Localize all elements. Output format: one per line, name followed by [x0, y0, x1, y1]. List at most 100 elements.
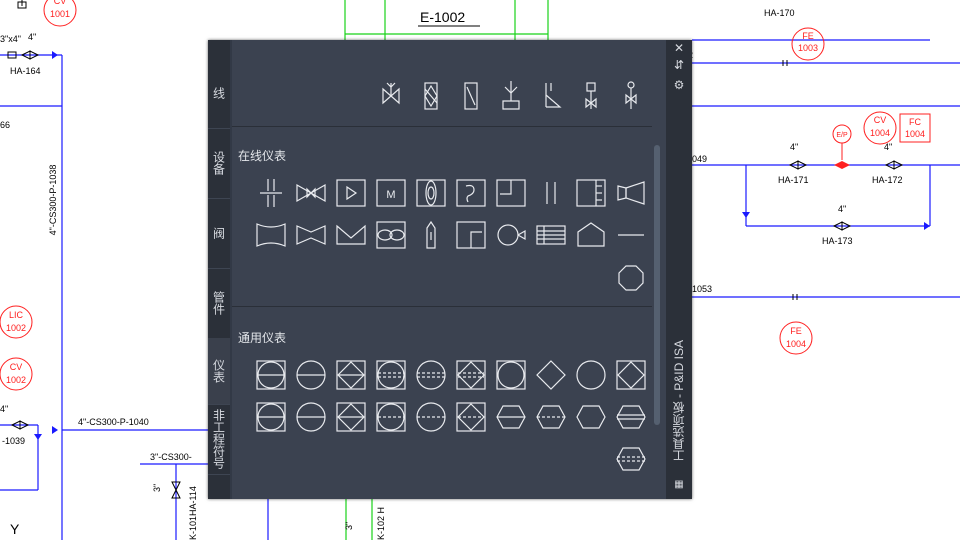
- tab-fittings[interactable]: 管件: [208, 268, 230, 339]
- svg-text:3"-CS300-: 3"-CS300-: [150, 452, 192, 462]
- svg-text:4": 4": [838, 204, 846, 214]
- palette-symbol-hex-icon[interactable]: [494, 400, 528, 434]
- palette-symbol-circle2-icon[interactable]: [294, 400, 328, 434]
- svg-text:E/P: E/P: [836, 132, 848, 139]
- palette-symbol-bdiam0-icon[interactable]: [614, 358, 648, 392]
- svg-text:4": 4": [0, 404, 8, 414]
- palette-symbol-boxfig8-icon[interactable]: [374, 218, 408, 252]
- svg-text:K-102 H: K-102 H: [376, 507, 386, 540]
- palette-symbol-bdiamD-icon[interactable]: [454, 358, 488, 392]
- palette-tabs: 线 设备 阀 管件 仪表 非工程符号: [208, 40, 230, 499]
- tab-non-engineering[interactable]: 非工程符号: [208, 404, 230, 475]
- svg-text:1053: 1053: [692, 284, 712, 294]
- palette-symbol-rectd-icon[interactable]: [454, 79, 488, 113]
- palette-symbol-gauge-icon[interactable]: [574, 79, 608, 113]
- tab-lines[interactable]: 线: [208, 58, 230, 129]
- palette-symbol-circD2-icon[interactable]: [414, 400, 448, 434]
- palette-symbol-boxoval-icon[interactable]: [414, 176, 448, 210]
- palette-symbol-flowel-icon[interactable]: [494, 79, 528, 113]
- palette-symbol-rectx-icon[interactable]: [414, 79, 448, 113]
- palette-symbol-circtail-icon[interactable]: [494, 218, 528, 252]
- section-title-general: 通用仪表: [238, 331, 287, 345]
- tab-valves[interactable]: 阀: [208, 198, 230, 269]
- palette-symbol-oct-icon[interactable]: [614, 261, 648, 295]
- palette-symbol-bdiam-icon[interactable]: [334, 358, 368, 392]
- autohide-button[interactable]: ⇵: [672, 58, 686, 72]
- tool-palette[interactable]: 线 设备 阀 管件 仪表 非工程符号 在线仪表 M 通用仪表 ✕ ⇵ ⚙ 工具选…: [208, 40, 692, 499]
- svg-text:FE: FE: [802, 31, 814, 41]
- palette-symbol-vlines-icon[interactable]: [534, 176, 568, 210]
- palette-symbol-oval2-icon[interactable]: [614, 400, 648, 434]
- svg-text:HA-170: HA-170: [764, 8, 795, 18]
- tab-instruments[interactable]: 仪表: [208, 338, 230, 405]
- palette-title: 工具选项板 - P&ID ISA: [672, 340, 686, 462]
- svg-text:049: 049: [692, 154, 707, 164]
- palette-symbol-bcircD2-icon[interactable]: [374, 400, 408, 434]
- palette-symbol-bcircle-icon[interactable]: [254, 358, 288, 392]
- properties-button[interactable]: ⚙: [672, 78, 686, 92]
- svg-text:66: 66: [0, 120, 10, 130]
- svg-text:CV: CV: [874, 115, 887, 125]
- palette-symbol-butterfly-icon[interactable]: [294, 176, 328, 210]
- palette-symbol-boxl-icon[interactable]: [494, 176, 528, 210]
- palette-symbol-venturi-icon[interactable]: [254, 218, 288, 252]
- palette-symbol-boxl2-icon[interactable]: [454, 218, 488, 252]
- svg-text:4": 4": [790, 142, 798, 152]
- equipment-tag: E-1002: [420, 9, 465, 25]
- svg-text:3": 3": [152, 484, 162, 492]
- svg-text:HA-172: HA-172: [872, 175, 903, 185]
- palette-symbol-nozzle-icon[interactable]: [614, 176, 648, 210]
- svg-text:HA-173: HA-173: [822, 236, 853, 246]
- svg-text:4": 4": [28, 32, 36, 42]
- svg-text:4": 4": [884, 142, 892, 152]
- svg-text:-1039: -1039: [2, 436, 25, 446]
- palette-symbol-pent-icon[interactable]: [574, 218, 608, 252]
- svg-text:Y: Y: [10, 521, 20, 537]
- palette-scrollbar[interactable]: [654, 145, 660, 425]
- svg-text:HA-171: HA-171: [778, 175, 809, 185]
- palette-symbol-bdiam2-icon[interactable]: [334, 400, 368, 434]
- palette-symbol-boxs-icon[interactable]: [454, 176, 488, 210]
- palette-symbol-circ0-icon[interactable]: [574, 358, 608, 392]
- svg-text:1004: 1004: [905, 129, 925, 139]
- palette-symbol-wedge-icon[interactable]: [334, 218, 368, 252]
- svg-text:K-101HA-114: K-101HA-114: [188, 486, 198, 540]
- palette-symbol-diam-icon[interactable]: [534, 358, 568, 392]
- palette-symbol-ramp-icon[interactable]: [534, 79, 568, 113]
- palette-symbol-boxtri-icon[interactable]: [334, 176, 368, 210]
- palette-symbol-bdiamD2-icon[interactable]: [454, 400, 488, 434]
- palette-symbol-bow2-icon[interactable]: [294, 218, 328, 252]
- tab-equipment[interactable]: 设备: [208, 128, 230, 199]
- palette-content: 在线仪表 M 通用仪表: [232, 40, 666, 499]
- svg-text:FC: FC: [909, 117, 921, 127]
- tag-l1: CV: [54, 0, 67, 6]
- menu-grid-icon[interactable]: ▦: [672, 478, 686, 492]
- palette-symbol-bcircleD-icon[interactable]: [374, 358, 408, 392]
- svg-text:1004: 1004: [786, 339, 806, 349]
- svg-text:1002: 1002: [6, 375, 26, 385]
- palette-symbol-circle1-icon[interactable]: [294, 358, 328, 392]
- svg-text:1004: 1004: [870, 128, 890, 138]
- palette-symbol-bowtie-icon[interactable]: [374, 79, 408, 113]
- palette-titlebar[interactable]: ✕ ⇵ ⚙ 工具选项板 - P&ID ISA ▦: [666, 40, 692, 499]
- svg-text:3": 3": [344, 522, 354, 530]
- palette-symbol-tag-icon[interactable]: [414, 218, 448, 252]
- palette-symbol-hexD2-icon[interactable]: [614, 442, 648, 476]
- svg-text:4"-CS300-P-1040: 4"-CS300-P-1040: [78, 417, 149, 427]
- svg-text:4"-CS300-P-1038: 4"-CS300-P-1038: [48, 165, 58, 236]
- palette-symbol-pipes-icon[interactable]: [254, 176, 288, 210]
- palette-symbol-grid-icon[interactable]: [534, 218, 568, 252]
- palette-symbol-boxcomb-icon[interactable]: [574, 176, 608, 210]
- close-button[interactable]: ✕: [672, 41, 686, 55]
- svg-text:HA-164: HA-164: [10, 66, 41, 76]
- section-title-inline: 在线仪表: [238, 149, 287, 163]
- palette-symbol-bcircle2-icon[interactable]: [254, 400, 288, 434]
- palette-symbol-bcirc0-icon[interactable]: [494, 358, 528, 392]
- palette-symbol-line-icon[interactable]: [614, 218, 648, 252]
- divider: [232, 126, 652, 127]
- palette-symbol-trans-icon[interactable]: [614, 79, 648, 113]
- palette-symbol-boxm-icon[interactable]: M: [374, 176, 408, 210]
- palette-symbol-circleD-icon[interactable]: [414, 358, 448, 392]
- palette-symbol-hex0-icon[interactable]: [574, 400, 608, 434]
- palette-symbol-hexD-icon[interactable]: [534, 400, 568, 434]
